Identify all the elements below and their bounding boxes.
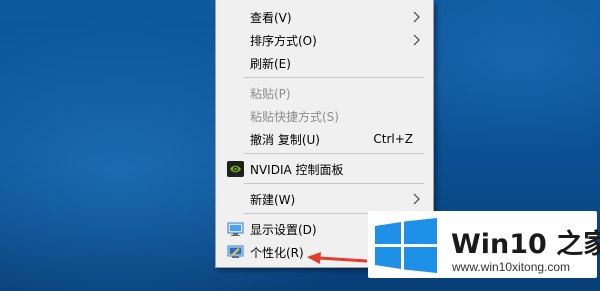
display-settings-icon	[227, 222, 244, 236]
menu-separator	[244, 153, 424, 154]
menu-item-label: NVIDIA 控制面板	[250, 162, 344, 177]
windows-logo-icon	[375, 218, 437, 273]
menu-item-label: 撤消 复制(U)	[250, 132, 320, 147]
menu-item-refresh[interactable]: 刷新(E)	[216, 49, 433, 77]
win10-watermark-logo: Win10 之家 www.win10xitong.com	[368, 211, 600, 278]
menu-item-label: 排序方式(O)	[250, 33, 317, 48]
chevron-right-icon	[413, 34, 420, 46]
watermark-title: Win10 之家	[451, 229, 600, 260]
watermark-url: www.win10xitong.com	[452, 260, 571, 274]
menu-item-label: 新建(W)	[250, 192, 296, 207]
chevron-right-icon	[413, 11, 420, 23]
menu-item-label: 粘贴(P)	[250, 86, 291, 101]
menu-item-label: 显示设置(D)	[250, 222, 317, 237]
personalize-icon	[227, 245, 244, 258]
red-pointer-arrow	[307, 252, 367, 264]
menu-separator	[244, 183, 424, 184]
menu-item-nvidia-control-panel[interactable]: NVIDIA 控制面板	[216, 155, 433, 183]
menu-item-label: 刷新(E)	[250, 56, 291, 71]
menu-item-shortcut: Ctrl+Z	[373, 132, 413, 146]
menu-separator	[244, 77, 424, 78]
menu-item-undo-copy[interactable]: 撤消 复制(U) Ctrl+Z	[216, 125, 433, 153]
nvidia-icon	[227, 161, 244, 177]
menu-item-new[interactable]: 新建(W)	[216, 185, 433, 213]
menu-item-label: 粘贴快捷方式(S)	[250, 109, 339, 124]
menu-item-label: 个性化(R)	[250, 245, 304, 260]
menu-item-label: 查看(V)	[250, 10, 292, 25]
chevron-right-icon	[413, 193, 420, 205]
